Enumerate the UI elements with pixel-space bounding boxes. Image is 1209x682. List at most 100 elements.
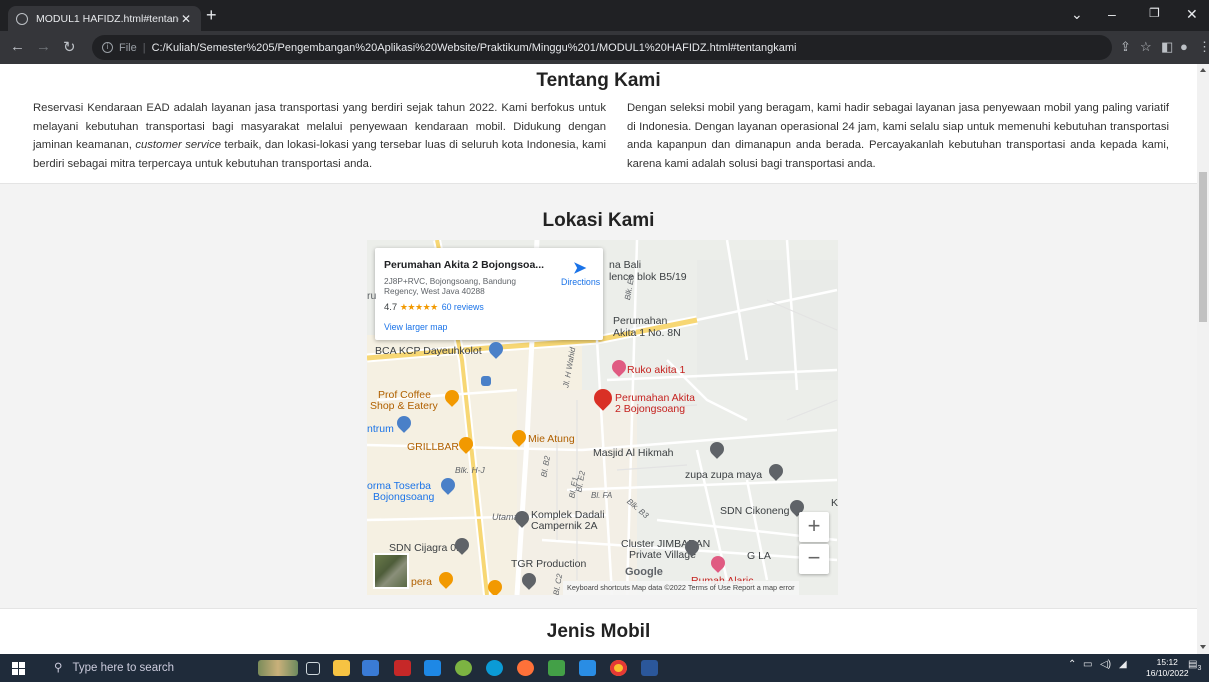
satellite-toggle[interactable] xyxy=(373,553,409,589)
map-label-mie-atung: Mie Atung xyxy=(528,433,575,445)
vscode-icon[interactable] xyxy=(579,660,596,676)
zoom-in-button[interactable]: + xyxy=(799,512,829,542)
map-label-akita-pin-2: 2 Bojongsoang xyxy=(615,403,686,415)
page-viewport: Tentang Kami Reservasi Kendaraan EAD ada… xyxy=(0,64,1197,654)
map-label-k: K xyxy=(831,497,838,509)
notification-icon[interactable]: ▤3 xyxy=(1188,659,1201,672)
map-label-masjid: Masjid Al Hikmah xyxy=(593,447,674,459)
address-scheme: File xyxy=(119,41,137,54)
street-label-fa: Bl. FA xyxy=(591,491,613,500)
firefox-icon[interactable] xyxy=(517,660,534,676)
reviews-link[interactable]: 60 reviews xyxy=(442,302,484,312)
map-attribution[interactable]: Keyboard shortcuts Map data ©2022 Terms … xyxy=(563,581,799,595)
clock-time: 15:12 xyxy=(1156,657,1178,667)
close-tab-icon[interactable]: ✕ xyxy=(179,12,193,26)
close-window-button[interactable]: ✕ xyxy=(1186,6,1198,23)
street-label-blk-hj: Blk. H-J xyxy=(455,465,485,475)
edge-icon[interactable] xyxy=(486,660,503,676)
google-map[interactable]: Perumahan Akita 2 Bojongsoa... 2J8P+RVC,… xyxy=(367,240,838,595)
about-section: Tentang Kami Reservasi Kendaraan EAD ada… xyxy=(0,64,1197,183)
tray-chevron-icon[interactable]: ⌃ xyxy=(1068,659,1076,670)
browser-tab[interactable]: MODUL1 HAFIDZ.html#tentangk ✕ xyxy=(8,6,201,31)
restore-button[interactable]: ❐ xyxy=(1149,6,1160,20)
file-explorer-icon[interactable] xyxy=(333,660,350,676)
side-panel-icon[interactable]: ◧ xyxy=(1161,39,1173,55)
scroll-thumb[interactable] xyxy=(1199,172,1207,322)
rating-stars-icon: ★★★★★ xyxy=(399,302,438,312)
task-view-icon[interactable] xyxy=(306,662,320,675)
weather-widget-icon[interactable] xyxy=(258,660,298,676)
place-address: 2J8P+RVC, Bojongsoang, Bandung Regency, … xyxy=(384,276,517,296)
tab-title: MODUL1 HAFIDZ.html#tentangk xyxy=(36,12,179,25)
scroll-down-icon[interactable] xyxy=(1200,645,1206,649)
reload-button[interactable]: ↻ xyxy=(63,38,76,56)
app-green-icon[interactable] xyxy=(455,660,472,676)
taskbar-search[interactable]: ⚲ Type here to search xyxy=(46,654,252,682)
battery-icon[interactable]: ▭ xyxy=(1083,659,1092,670)
map-label-bca: BCA KCP Dayeuhkolot xyxy=(375,345,482,357)
profile-icon[interactable]: ● xyxy=(1180,39,1188,54)
customer-service-emphasis: customer service xyxy=(135,139,221,151)
location-section: Lokasi Kami Perumahan Akita 2 Bojongsoa.… xyxy=(0,183,1197,609)
app-red-icon[interactable] xyxy=(394,660,411,676)
directions-link[interactable]: Directions xyxy=(561,277,600,287)
info-icon[interactable]: i xyxy=(102,42,113,53)
new-tab-button[interactable]: + xyxy=(206,5,217,25)
windows-start-button[interactable] xyxy=(12,662,26,675)
network-icon[interactable]: ◢ xyxy=(1119,659,1127,670)
volume-icon[interactable]: ◁) xyxy=(1100,659,1111,670)
map-label-bali: na Bali xyxy=(609,259,642,271)
menu-icon[interactable]: ⋮ xyxy=(1198,39,1209,55)
map-label-zupa: zupa zupa maya xyxy=(685,469,763,481)
map-label-forma-2: Bojongsoang xyxy=(373,491,435,503)
location-title: Lokasi Kami xyxy=(542,210,655,231)
place-info-card: Perumahan Akita 2 Bojongsoa... 2J8P+RVC,… xyxy=(375,248,603,340)
mail-icon[interactable] xyxy=(424,660,441,676)
browser-tab-strip: MODUL1 HAFIDZ.html#tentangk ✕ + ⌄ – ❐ ✕ xyxy=(0,0,1209,31)
map-label-pera: pera xyxy=(411,576,433,588)
clock-date: 16/10/2022 xyxy=(1146,668,1189,678)
bookmark-star-icon[interactable]: ☆ xyxy=(1140,39,1152,55)
zoom-out-button[interactable]: − xyxy=(799,544,829,574)
forward-button[interactable]: → xyxy=(36,38,51,55)
chrome-icon[interactable] xyxy=(610,660,627,676)
map-label-sentrum: ntrum xyxy=(367,423,394,435)
word-icon[interactable] xyxy=(641,660,658,676)
share-icon[interactable]: ⇪ xyxy=(1120,39,1131,55)
about-title: Tentang Kami xyxy=(536,70,661,91)
map-label-bali-2: lence blok B5/19 xyxy=(609,271,687,283)
place-name: Perumahan Akita 2 Bojongsoa... xyxy=(384,259,545,271)
map-label-sdn-cikoneng: SDN Cikoneng xyxy=(720,505,790,517)
map-label-grillbar: GRILLBAR xyxy=(407,441,459,453)
windows-taskbar: ⚲ Type here to search ⌃ ▭ ◁) ◢ 15:12 16/1… xyxy=(0,654,1209,682)
cars-title: Jenis Mobil xyxy=(546,621,651,642)
view-larger-map-link[interactable]: View larger map xyxy=(384,322,447,332)
line-icon[interactable] xyxy=(548,660,565,676)
address-url: C:/Kuliah/Semester%205/Pengembangan%20Ap… xyxy=(151,41,797,54)
taskbar-clock[interactable]: 15:12 16/10/2022 xyxy=(1146,657,1189,679)
globe-icon xyxy=(16,12,28,25)
minimize-button[interactable]: – xyxy=(1108,6,1116,22)
scroll-up-icon[interactable] xyxy=(1200,68,1206,72)
place-rating: 4.7 ★★★★★ 60 reviews xyxy=(384,302,484,313)
store-icon[interactable] xyxy=(362,660,379,676)
map-label-prof-coffee-2: Shop & Eatery xyxy=(370,400,438,412)
back-button[interactable]: ← xyxy=(10,38,25,55)
address-bar[interactable]: i File | C:/Kuliah/Semester%205/Pengemba… xyxy=(92,35,1112,60)
cars-section: Jenis Mobil xyxy=(0,608,1197,654)
browser-toolbar: ← → ↻ i File | C:/Kuliah/Semester%205/Pe… xyxy=(0,31,1209,64)
tab-search-icon[interactable]: ⌄ xyxy=(1071,6,1083,23)
map-label-ruko: Ruko akita 1 xyxy=(627,364,686,376)
google-logo: Google xyxy=(625,566,663,578)
search-icon: ⚲ xyxy=(54,662,63,674)
map-label-gla: G LA xyxy=(747,550,771,562)
bus-stop-icon[interactable] xyxy=(481,376,491,386)
rating-value: 4.7 xyxy=(384,302,398,313)
map-label-komplek-2: Campernik 2A xyxy=(531,520,598,532)
page-scrollbar[interactable] xyxy=(1197,64,1209,654)
map-label-tgr: TGR Production xyxy=(511,558,587,570)
directions-icon[interactable]: ➤ xyxy=(573,258,586,278)
search-placeholder: Type here to search xyxy=(72,662,175,674)
about-text-left: Reservasi Kendaraan EAD adalah layanan j… xyxy=(33,102,606,170)
address-separator: | xyxy=(142,41,146,54)
